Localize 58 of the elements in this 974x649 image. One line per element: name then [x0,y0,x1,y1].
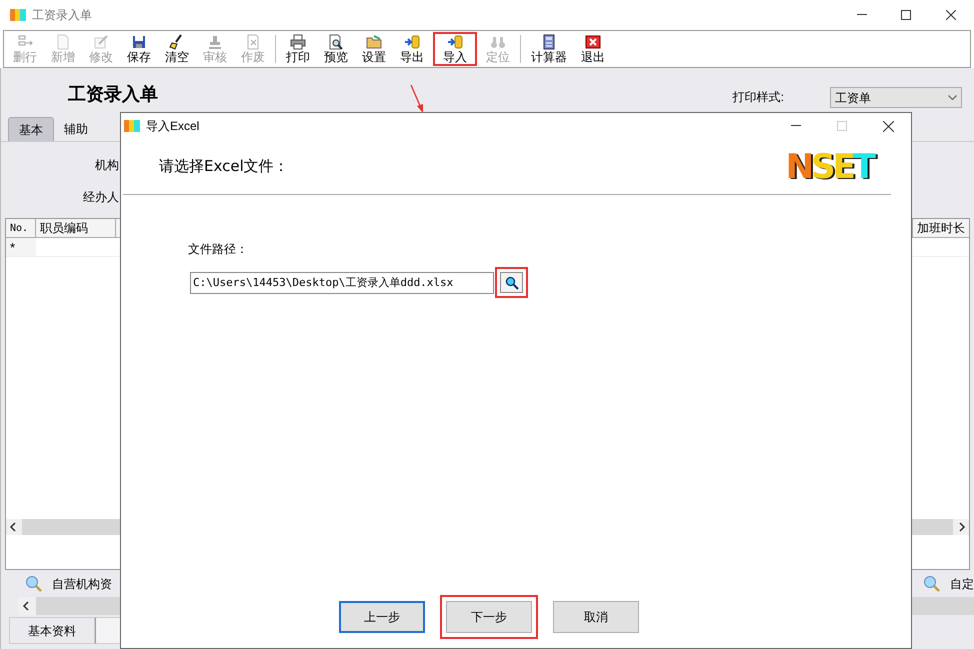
arrow-cylinder-icon [447,34,463,50]
search-label: 自定 [950,576,974,593]
form-title: 工资录入单 [68,83,158,106]
app-logo-icon [10,8,26,22]
column-header: 职员编码 [36,219,116,237]
maximize-icon [837,121,847,131]
file-path-field[interactable]: C:\Users\14453\Desktop\工资录入单ddd.xlsx [190,272,494,294]
search-icon[interactable] [923,575,941,593]
form-tab[interactable]: 基本 [8,117,54,141]
toolbar-button[interactable]: 预览 [317,32,355,66]
scroll-left-icon[interactable] [18,597,36,615]
close-icon [585,34,601,50]
toolbar-button[interactable]: 导出 [393,32,431,66]
toolbar-button[interactable]: 计算器 [524,32,574,66]
scroll-left-icon[interactable] [6,519,22,535]
printer-icon [290,34,306,50]
close-icon[interactable] [946,10,956,20]
page-icon [55,34,71,50]
dialog-button[interactable]: 取消 [553,601,639,633]
toolbar-button[interactable]: 导入 [433,32,477,66]
calculator-icon [541,34,557,50]
pencil-icon [93,34,109,50]
dialog-button[interactable]: 下一步 [446,601,532,633]
logo: NSET [786,146,873,186]
form-tab[interactable]: 辅助 [54,117,98,141]
search-button[interactable] [500,272,523,293]
toolbar-button[interactable]: 清空 [158,32,196,66]
field-label: 经办人 [83,189,119,206]
toolbar-button[interactable]: 打印 [279,32,317,66]
dialog-title: 导入Excel [146,118,200,135]
document-cross-icon [245,34,261,50]
arrow-cylinder-icon [404,34,420,50]
column-header: No. [6,219,36,237]
file-path-label: 文件路径： [188,241,248,258]
dialog-button[interactable]: 上一步 [339,601,425,633]
field-label: 机构 [95,157,119,174]
magnifier-page-icon [328,34,344,50]
print-style-dropdown[interactable]: 工资单 [830,87,962,108]
window-title: 工资录入单 [32,7,92,24]
toolbar-button[interactable]: 保存 [120,32,158,66]
print-style-label: 打印样式: [732,89,784,106]
app-logo-icon [124,119,140,133]
toolbar-button[interactable]: 退出 [574,32,612,66]
dialog-heading: 请选择Excel文件： [159,156,289,178]
binoculars-icon [490,34,506,50]
minimize-icon[interactable] [857,14,867,16]
bottom-tab[interactable]: 基本资料 [9,617,95,644]
toolbar-button[interactable]: 设置 [355,32,393,66]
close-icon[interactable] [883,120,894,132]
new-row-marker: * [6,238,36,256]
maximize-icon[interactable] [901,10,911,20]
minimize-icon[interactable] [791,125,801,127]
search-label: 自营机构资 [52,576,112,593]
stamp-icon [207,34,223,50]
folder-icon [366,34,382,50]
search-icon [504,276,518,290]
scroll-right-icon[interactable] [953,519,969,535]
chevron-down-icon [948,95,957,100]
